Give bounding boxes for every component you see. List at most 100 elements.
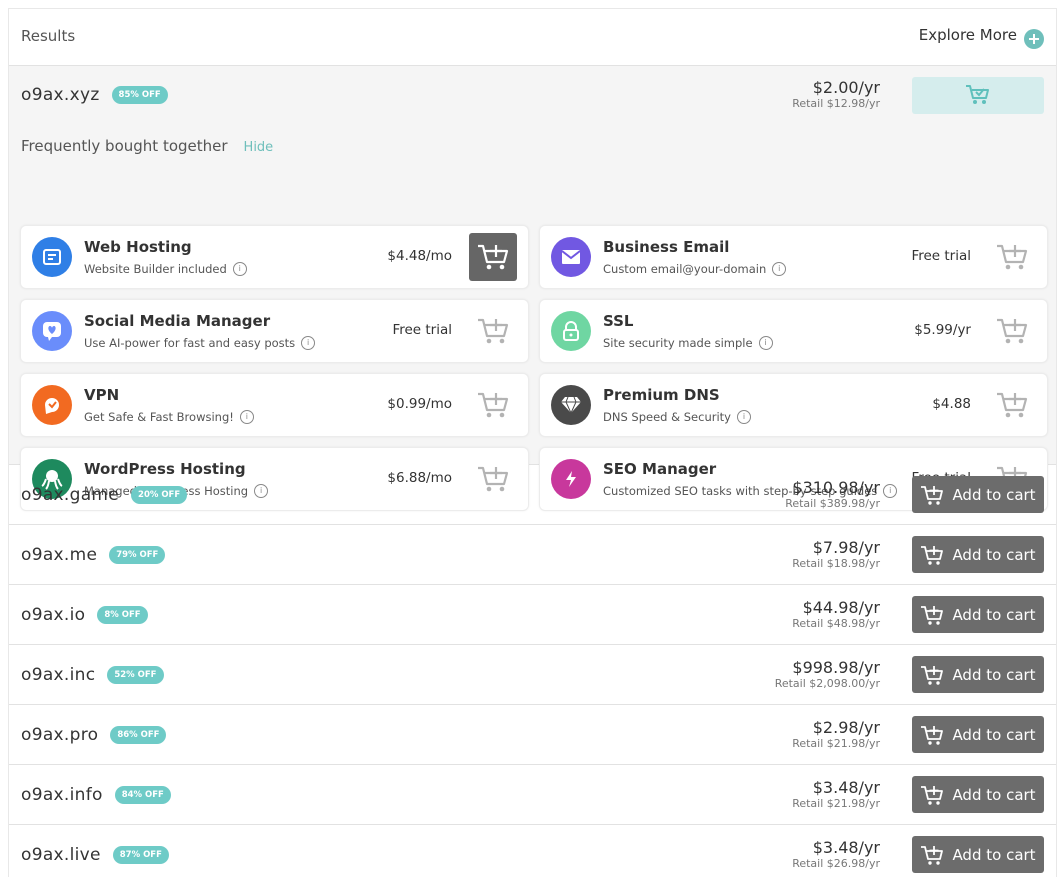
- explore-more-label: Explore More: [918, 26, 1017, 44]
- results-panel: Results Explore More o9ax.xyz 85% OFF $2…: [8, 8, 1057, 877]
- add-to-cart-button[interactable]: Add to cart: [912, 836, 1044, 873]
- add-product-button[interactable]: [469, 381, 517, 429]
- price-block: $3.48/yr Retail $26.98/yr: [792, 837, 880, 871]
- domain-row: o9ax.live 87% OFF $3.48/yr Retail $26.98/yr…: [9, 825, 1056, 877]
- product-subtitle-text: Get Safe & Fast Browsing!: [84, 410, 234, 424]
- price: $3.48/yr: [812, 777, 880, 797]
- results-label: Results: [21, 27, 76, 45]
- price: $7.98/yr: [812, 537, 880, 557]
- domain-row: o9ax.me 79% OFF $7.98/yr Retail $18.98/yr Ad…: [9, 525, 1056, 585]
- product-price: $4.88: [932, 396, 971, 412]
- add-to-cart-button[interactable]: Add to cart: [912, 536, 1044, 573]
- info-icon[interactable]: i: [772, 262, 787, 276]
- price: $44.98/yr: [802, 597, 880, 617]
- product-price: $5.99/yr: [914, 322, 971, 338]
- add-product-button[interactable]: [988, 307, 1036, 355]
- cart-plus-icon: [478, 244, 509, 270]
- cart-plus-icon: [478, 392, 509, 418]
- domain-row: o9ax.pro 86% OFF $2.98/yr Retail $21.98/yr A…: [9, 705, 1056, 765]
- add-to-cart-button[interactable]: Add to cart: [912, 596, 1044, 633]
- domain-row: o9ax.inc 52% OFF $998.98/yr Retail $2,098.0…: [9, 645, 1056, 705]
- info-icon[interactable]: i: [736, 410, 751, 424]
- product-subtitle: Custom email@your-domain i: [603, 262, 787, 276]
- info-icon[interactable]: i: [239, 410, 254, 424]
- discount-badge: 52% OFF: [107, 665, 164, 684]
- add-to-cart-label: Add to cart: [952, 485, 1036, 504]
- fbt-title: Frequently bought together: [21, 137, 228, 155]
- product-title: Business Email: [603, 238, 730, 256]
- featured-domain-section: o9ax.xyz 85% OFF $2.00/yr Retail $12.98/…: [9, 66, 1056, 511]
- product-price: $4.48/mo: [387, 248, 452, 264]
- cart-plus-icon: [478, 318, 509, 344]
- price: $310.98/yr: [792, 477, 880, 497]
- add-to-cart-button[interactable]: Add to cart: [912, 656, 1044, 693]
- domain-name: o9ax.io: [21, 604, 86, 625]
- add-to-cart-label: Add to cart: [952, 845, 1036, 864]
- product-card: VPN Get Safe & Fast Browsing! i $0.99/mo: [20, 373, 529, 437]
- info-icon[interactable]: i: [758, 336, 773, 350]
- price: $3.48/yr: [812, 837, 880, 857]
- product-title: VPN: [84, 386, 120, 404]
- price-block: $7.98/yr Retail $18.98/yr: [792, 537, 880, 571]
- retail-price: Retail $389.98/yr: [785, 496, 880, 510]
- domain-list: o9ax.game 20% OFF $310.98/yr Retail $389.98…: [9, 465, 1056, 877]
- product-subtitle: Use AI-power for fast and easy posts i: [84, 336, 316, 350]
- cart-plus-icon: [921, 725, 944, 745]
- heart-chat-icon: [32, 311, 72, 351]
- domain-row: o9ax.io 8% OFF $44.98/yr Retail $48.98/yr Ad…: [9, 585, 1056, 645]
- product-card: Social Media Manager Use AI-power for fas…: [20, 299, 529, 363]
- price-block: $310.98/yr Retail $389.98/yr: [785, 477, 880, 511]
- product-subtitle-text: Use AI-power for fast and easy posts: [84, 336, 296, 350]
- price-block: $998.98/yr Retail $2,098.00/yr: [774, 657, 880, 691]
- featured-domain-row: o9ax.xyz 85% OFF $2.00/yr Retail $12.98/…: [9, 66, 1056, 124]
- in-cart-button[interactable]: [912, 76, 1044, 114]
- info-icon[interactable]: i: [232, 262, 247, 276]
- product-card: Premium DNS DNS Speed & Security i $4.88: [539, 373, 1048, 437]
- add-product-button[interactable]: [988, 381, 1036, 429]
- cart-plus-icon: [921, 605, 944, 625]
- domain-name: o9ax.info: [21, 784, 103, 805]
- info-icon[interactable]: i: [301, 336, 316, 350]
- domain-name: o9ax.game: [21, 484, 120, 505]
- cart-plus-icon: [921, 785, 944, 805]
- cart-check-icon: [966, 85, 989, 104]
- add-product-button[interactable]: [988, 233, 1036, 281]
- discount-badge: 87% OFF: [112, 845, 169, 864]
- domain-name: o9ax.xyz: [21, 85, 100, 105]
- product-subtitle: Get Safe & Fast Browsing! i: [84, 410, 254, 424]
- price-block: $2.98/yr Retail $21.98/yr: [792, 718, 880, 751]
- cart-plus-icon: [997, 318, 1028, 344]
- domain-name: o9ax.me: [21, 544, 98, 565]
- discount-badge: 20% OFF: [131, 485, 188, 504]
- retail-price: Retail $2,098.00/yr: [774, 676, 880, 690]
- product-subtitle: Site security made simple i: [603, 336, 773, 350]
- price-block: $3.48/yr Retail $21.98/yr: [792, 777, 880, 811]
- product-subtitle: DNS Speed & Security i: [603, 410, 751, 424]
- price: $998.98/yr: [792, 657, 880, 677]
- retail-price: Retail $21.98/yr: [792, 736, 880, 750]
- add-product-button[interactable]: [469, 233, 517, 281]
- cart-plus-icon: [921, 545, 944, 565]
- explore-more-button[interactable]: Explore More: [918, 25, 1044, 49]
- add-to-cart-label: Add to cart: [952, 605, 1036, 624]
- domain-name: o9ax.live: [21, 844, 101, 865]
- product-title: SSL: [603, 312, 634, 330]
- add-to-cart-button[interactable]: Add to cart: [912, 476, 1044, 513]
- hide-link[interactable]: Hide: [244, 140, 274, 155]
- add-to-cart-label: Add to cart: [952, 545, 1036, 564]
- add-to-cart-button[interactable]: Add to cart: [912, 716, 1044, 753]
- product-card: SSL Site security made simple i $5.99/yr: [539, 299, 1048, 363]
- mail-icon: [551, 237, 591, 277]
- add-to-cart-button[interactable]: Add to cart: [912, 776, 1044, 813]
- domain-name: o9ax.inc: [21, 664, 96, 685]
- product-subtitle-text: Site security made simple: [603, 336, 753, 350]
- product-card: Web Hosting Website Builder included i $4.4…: [20, 225, 529, 289]
- discount-badge: 85% OFF: [111, 86, 168, 104]
- frequently-bought-header: Frequently bought together Hide: [21, 137, 273, 155]
- add-product-button[interactable]: [469, 307, 517, 355]
- retail-price: Retail $12.98/yr: [792, 97, 880, 110]
- cart-plus-icon: [997, 244, 1028, 270]
- discount-badge: 86% OFF: [110, 725, 167, 744]
- plus-circle-icon: [1024, 29, 1044, 49]
- cart-plus-icon: [921, 485, 944, 505]
